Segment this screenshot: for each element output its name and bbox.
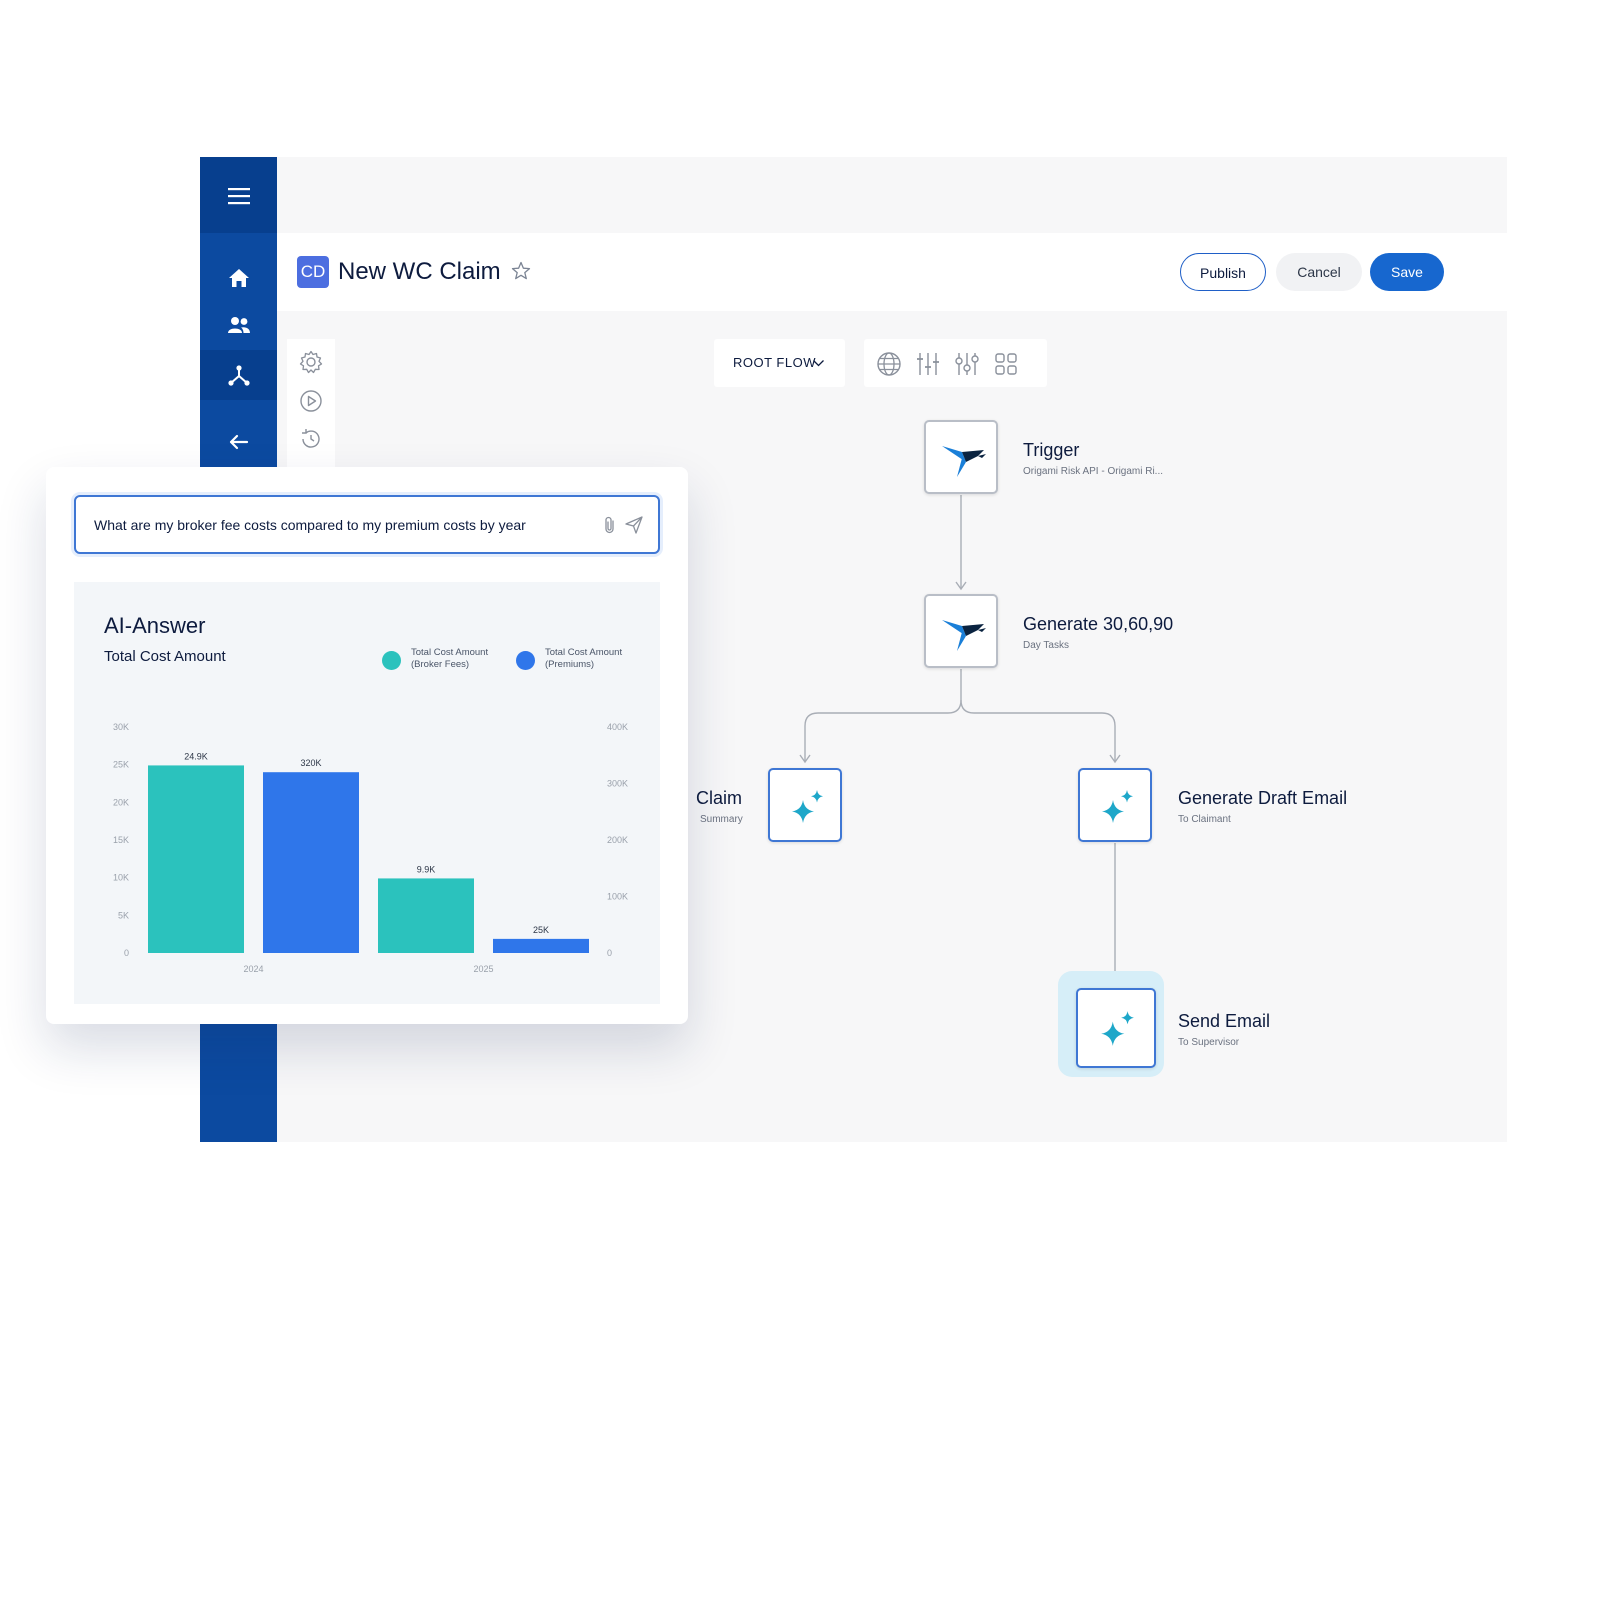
left-axis-tick: 0 [124, 948, 129, 958]
left-axis-tick: 10K [113, 873, 129, 883]
right-axis-tick: 300K [607, 779, 628, 789]
bar [378, 878, 474, 953]
left-axis-tick: 30K [113, 722, 129, 732]
bar-chart: 0 5K 10K 15K 20K 25K 30K 0 100K 200K 300K 400K 24.9K… [113, 722, 628, 974]
bar-value-label: 9.9K [417, 864, 436, 874]
bar-value-label: 24.9K [184, 751, 208, 761]
bar [148, 765, 244, 953]
right-axis-tick: 200K [607, 835, 628, 845]
bar-value-label: 25K [533, 925, 549, 935]
right-axis-tick: 400K [607, 722, 628, 732]
bar-value-label: 320K [300, 758, 321, 768]
left-axis-tick: 15K [113, 835, 129, 845]
right-axis-tick: 100K [607, 892, 628, 902]
left-axis-tick: 25K [113, 760, 129, 770]
x-axis-tick: 2024 [243, 964, 263, 974]
x-axis-tick: 2025 [473, 964, 493, 974]
bar [493, 938, 589, 953]
left-axis-tick: 5K [118, 910, 129, 920]
left-axis-tick: 20K [113, 797, 129, 807]
right-axis-tick: 0 [607, 948, 612, 958]
bar [263, 772, 359, 953]
